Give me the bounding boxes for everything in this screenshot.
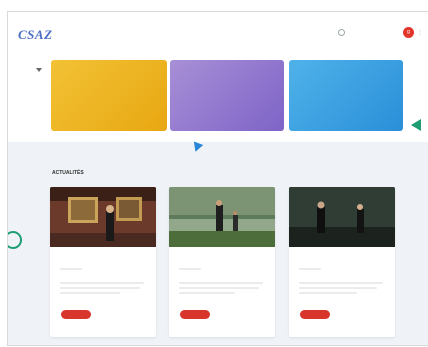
news-card-excerpt-line <box>299 287 377 289</box>
feature-card-1[interactable] <box>51 60 167 131</box>
read-more-button[interactable] <box>180 310 210 319</box>
news-card-date <box>299 268 321 270</box>
news-card-excerpt-line <box>179 292 235 294</box>
site-logo[interactable]: CSAZ <box>18 27 54 43</box>
news-image-3 <box>289 187 395 247</box>
news-image-2 <box>169 187 275 247</box>
top-navigation: CSAZ g ⋮ <box>8 24 428 54</box>
news-card-image <box>289 187 395 247</box>
news-card-excerpt-line <box>179 287 259 289</box>
news-card-excerpt-line <box>299 292 357 294</box>
read-more-button[interactable] <box>61 310 91 319</box>
teal-triangle-decoration <box>411 119 421 131</box>
feature-card-2[interactable] <box>170 60 284 131</box>
feature-card-3[interactable] <box>289 60 403 131</box>
news-card-date <box>60 268 82 270</box>
read-more-button[interactable] <box>300 310 330 319</box>
news-image-1 <box>50 187 156 247</box>
news-card-excerpt-line <box>60 292 120 294</box>
more-icon[interactable]: ⋮ <box>417 29 423 36</box>
news-card-excerpt-line <box>179 282 263 284</box>
news-card-image <box>50 187 156 247</box>
browser-frame: CSAZ g ⋮ ACTUALITÉS <box>7 11 428 346</box>
news-card-1[interactable] <box>50 187 156 337</box>
news-heading: ACTUALITÉS <box>52 170 84 176</box>
news-card-excerpt-line <box>299 282 383 284</box>
search-icon[interactable] <box>338 29 345 36</box>
news-card-image <box>169 187 275 247</box>
news-card-excerpt-line <box>60 282 144 284</box>
chevron-down-icon[interactable] <box>36 68 42 72</box>
news-heading-text: ACTUALITÉS <box>52 170 84 176</box>
account-button[interactable]: g <box>403 27 414 38</box>
news-card-3[interactable] <box>289 187 395 337</box>
status-bar <box>8 12 428 24</box>
news-card-date <box>179 268 201 270</box>
news-card-excerpt-line <box>60 287 140 289</box>
news-card-2[interactable] <box>169 187 275 337</box>
